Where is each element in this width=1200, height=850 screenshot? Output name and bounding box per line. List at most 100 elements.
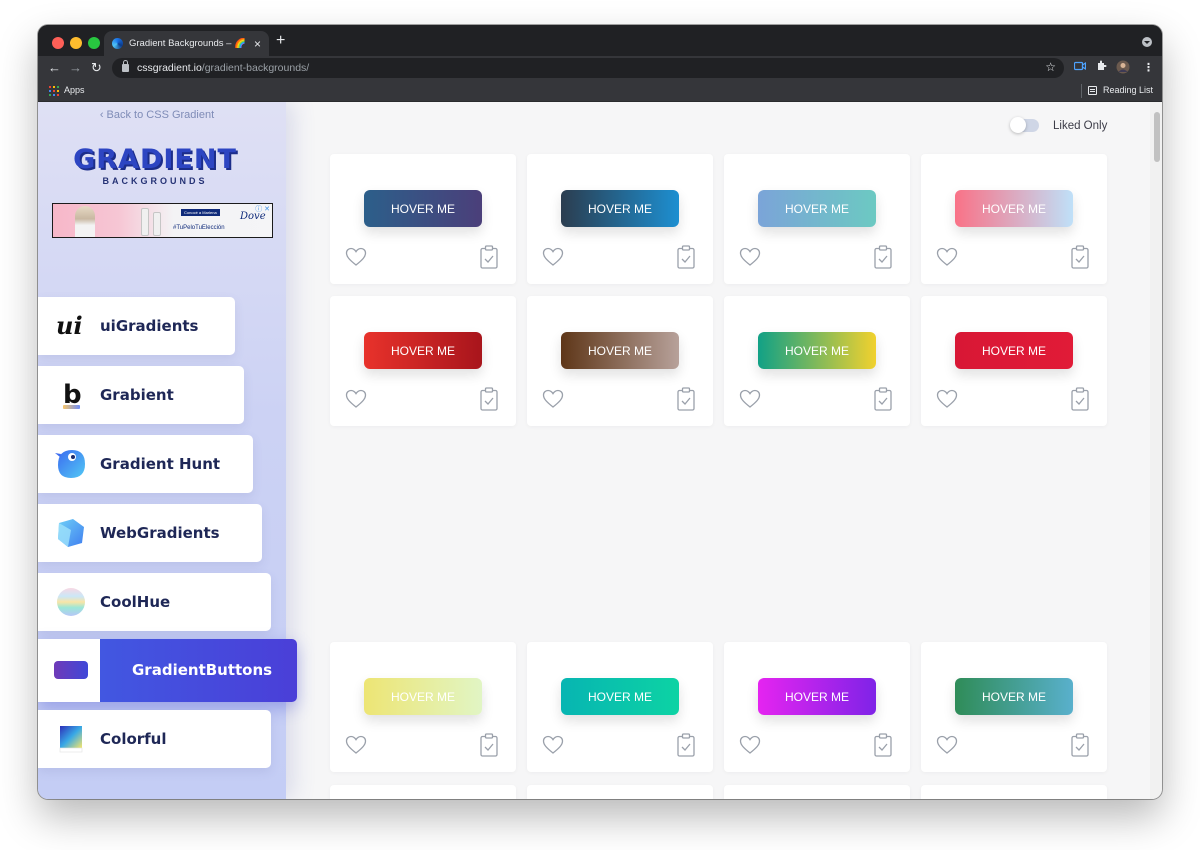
cube-logo-icon — [54, 518, 88, 548]
sidebar-item-webgradients[interactable]: WebGradients — [38, 504, 262, 562]
forward-arrow-icon[interactable]: → — [69, 59, 82, 77]
reading-list-button[interactable]: Reading List — [1103, 85, 1153, 95]
clipboard-check-icon[interactable] — [874, 245, 892, 269]
logo-title[interactable]: GRADIENT — [66, 144, 244, 176]
scrollbar-thumb[interactable] — [1154, 112, 1160, 162]
reload-icon[interactable]: ↻ — [91, 59, 102, 77]
gradient-card: HOVER ME — [724, 296, 910, 426]
logo-subtitle: BACKGROUNDS — [102, 176, 208, 186]
clipboard-check-icon[interactable] — [677, 245, 695, 269]
heart-icon[interactable] — [542, 389, 564, 409]
toggle-knob — [1010, 117, 1026, 133]
hover-me-button[interactable]: HOVER ME — [955, 678, 1073, 715]
ad-hashtag: #TuPeloTuElección — [173, 225, 225, 231]
apps-grid-icon[interactable] — [49, 86, 59, 96]
card-partial — [330, 785, 516, 799]
heart-icon[interactable] — [936, 735, 958, 755]
gradient-card: HOVER ME — [724, 154, 910, 284]
sidebar-item-label: Colorful — [100, 730, 167, 748]
hover-me-button[interactable]: HOVER ME — [955, 190, 1073, 227]
address-bar[interactable]: cssgradient.io/gradient-backgrounds/ ☆ — [112, 58, 1064, 78]
clipboard-check-icon[interactable] — [480, 733, 498, 757]
profile-avatar[interactable] — [1116, 60, 1130, 79]
url-host: cssgradient.io — [137, 62, 202, 74]
hover-me-button[interactable]: HOVER ME — [561, 190, 679, 227]
ad-banner[interactable]: Conocé a Marlena #TuPeloTuElección Dove … — [52, 203, 273, 238]
bird-logo-icon — [54, 449, 88, 479]
clipboard-check-icon[interactable] — [480, 387, 498, 411]
extensions-icon[interactable] — [1096, 60, 1107, 76]
back-to-css-gradient-link[interactable]: ‹ Back to CSS Gradient — [38, 109, 276, 121]
hover-me-button[interactable]: HOVER ME — [364, 332, 482, 369]
hover-me-button[interactable]: HOVER ME — [758, 678, 876, 715]
heart-icon[interactable] — [936, 247, 958, 267]
clipboard-check-icon[interactable] — [1071, 733, 1089, 757]
heart-icon[interactable] — [345, 247, 367, 267]
tab-close-icon[interactable]: × — [254, 38, 261, 50]
clipboard-check-icon[interactable] — [480, 245, 498, 269]
heart-icon[interactable] — [739, 247, 761, 267]
new-tab-button[interactable]: + — [276, 33, 285, 49]
heart-icon[interactable] — [345, 735, 367, 755]
heart-icon[interactable] — [739, 735, 761, 755]
sidebar-item-gradientbuttons[interactable]: GradientButtons — [38, 639, 297, 702]
bookmark-divider — [1081, 84, 1082, 98]
sidebar-item-label: Gradient Hunt — [100, 455, 221, 473]
sidebar-item-label: GradientButtons — [132, 661, 273, 679]
apps-bookmark[interactable]: Apps — [64, 85, 85, 95]
more-menu-icon[interactable]: ⋮ — [1143, 60, 1154, 76]
sidebar-item-grabient[interactable]: b Grabient — [38, 366, 244, 424]
page-scrollbar[interactable] — [1150, 102, 1162, 799]
heart-icon[interactable] — [936, 389, 958, 409]
heart-icon[interactable] — [739, 389, 761, 409]
heart-icon[interactable] — [542, 735, 564, 755]
gradient-card: HOVER ME — [527, 642, 713, 772]
sidebar-item-colorful[interactable]: Colorful — [38, 710, 271, 768]
tab-title: Gradient Backgrounds – 🌈 The — [129, 38, 248, 49]
gradient-card: HOVER ME — [330, 154, 516, 284]
gradient-card: HOVER ME — [921, 642, 1107, 772]
sidebar-item-label: WebGradients — [100, 524, 220, 542]
hover-me-button[interactable]: HOVER ME — [364, 190, 482, 227]
gradient-card: HOVER ME — [330, 642, 516, 772]
tab-search-icon[interactable] — [1142, 37, 1152, 47]
clipboard-check-icon[interactable] — [1071, 387, 1089, 411]
sidebar: ‹ Back to CSS Gradient GRADIENT BACKGROU… — [38, 102, 297, 799]
clipboard-check-icon[interactable] — [1071, 245, 1089, 269]
clipboard-check-icon[interactable] — [677, 733, 695, 757]
camera-icon[interactable] — [1073, 60, 1087, 76]
liked-only-toggle[interactable] — [1010, 117, 1039, 133]
clipboard-check-icon[interactable] — [677, 387, 695, 411]
svg-text:ui: ui — [56, 313, 83, 339]
ad-close-icon[interactable]: ⓘ ✕ — [255, 204, 270, 214]
active-tab[interactable]: Gradient Backgrounds – 🌈 The × — [104, 31, 269, 56]
hover-me-button[interactable]: HOVER ME — [561, 678, 679, 715]
bookmark-star-icon[interactable]: ☆ — [1045, 60, 1056, 74]
page-viewport: ‹ Back to CSS Gradient GRADIENT BACKGROU… — [38, 102, 1162, 799]
back-arrow-icon[interactable]: ← — [48, 59, 61, 77]
sidebar-item-label: Grabient — [100, 386, 174, 404]
clipboard-check-icon[interactable] — [874, 387, 892, 411]
card-partial — [527, 785, 713, 799]
lock-icon — [122, 60, 129, 72]
reading-list-icon[interactable] — [1088, 86, 1097, 95]
hover-me-button[interactable]: HOVER ME — [561, 332, 679, 369]
sidebar-item-gradient-hunt[interactable]: Gradient Hunt — [38, 435, 253, 493]
heart-icon[interactable] — [345, 389, 367, 409]
heart-icon[interactable] — [542, 247, 564, 267]
zoom-window-button[interactable] — [88, 37, 100, 49]
sidebar-item-uigradients[interactable]: ui uiGradients — [38, 297, 235, 355]
gradient-card: HOVER ME — [921, 154, 1107, 284]
hover-me-button[interactable]: HOVER ME — [955, 332, 1073, 369]
hover-me-button[interactable]: HOVER ME — [364, 678, 482, 715]
liked-only-label: Liked Only — [1053, 120, 1108, 132]
hover-me-button[interactable]: HOVER ME — [758, 332, 876, 369]
hover-me-button[interactable]: HOVER ME — [758, 190, 876, 227]
close-window-button[interactable] — [52, 37, 64, 49]
b-logo-icon: b — [54, 380, 88, 410]
clipboard-check-icon[interactable] — [874, 733, 892, 757]
browser-toolbar: ← → ↻ cssgradient.io/gradient-background… — [38, 56, 1162, 80]
sidebar-item-coolhue[interactable]: CoolHue — [38, 573, 271, 631]
gradient-card: HOVER ME — [724, 642, 910, 772]
minimize-window-button[interactable] — [70, 37, 82, 49]
